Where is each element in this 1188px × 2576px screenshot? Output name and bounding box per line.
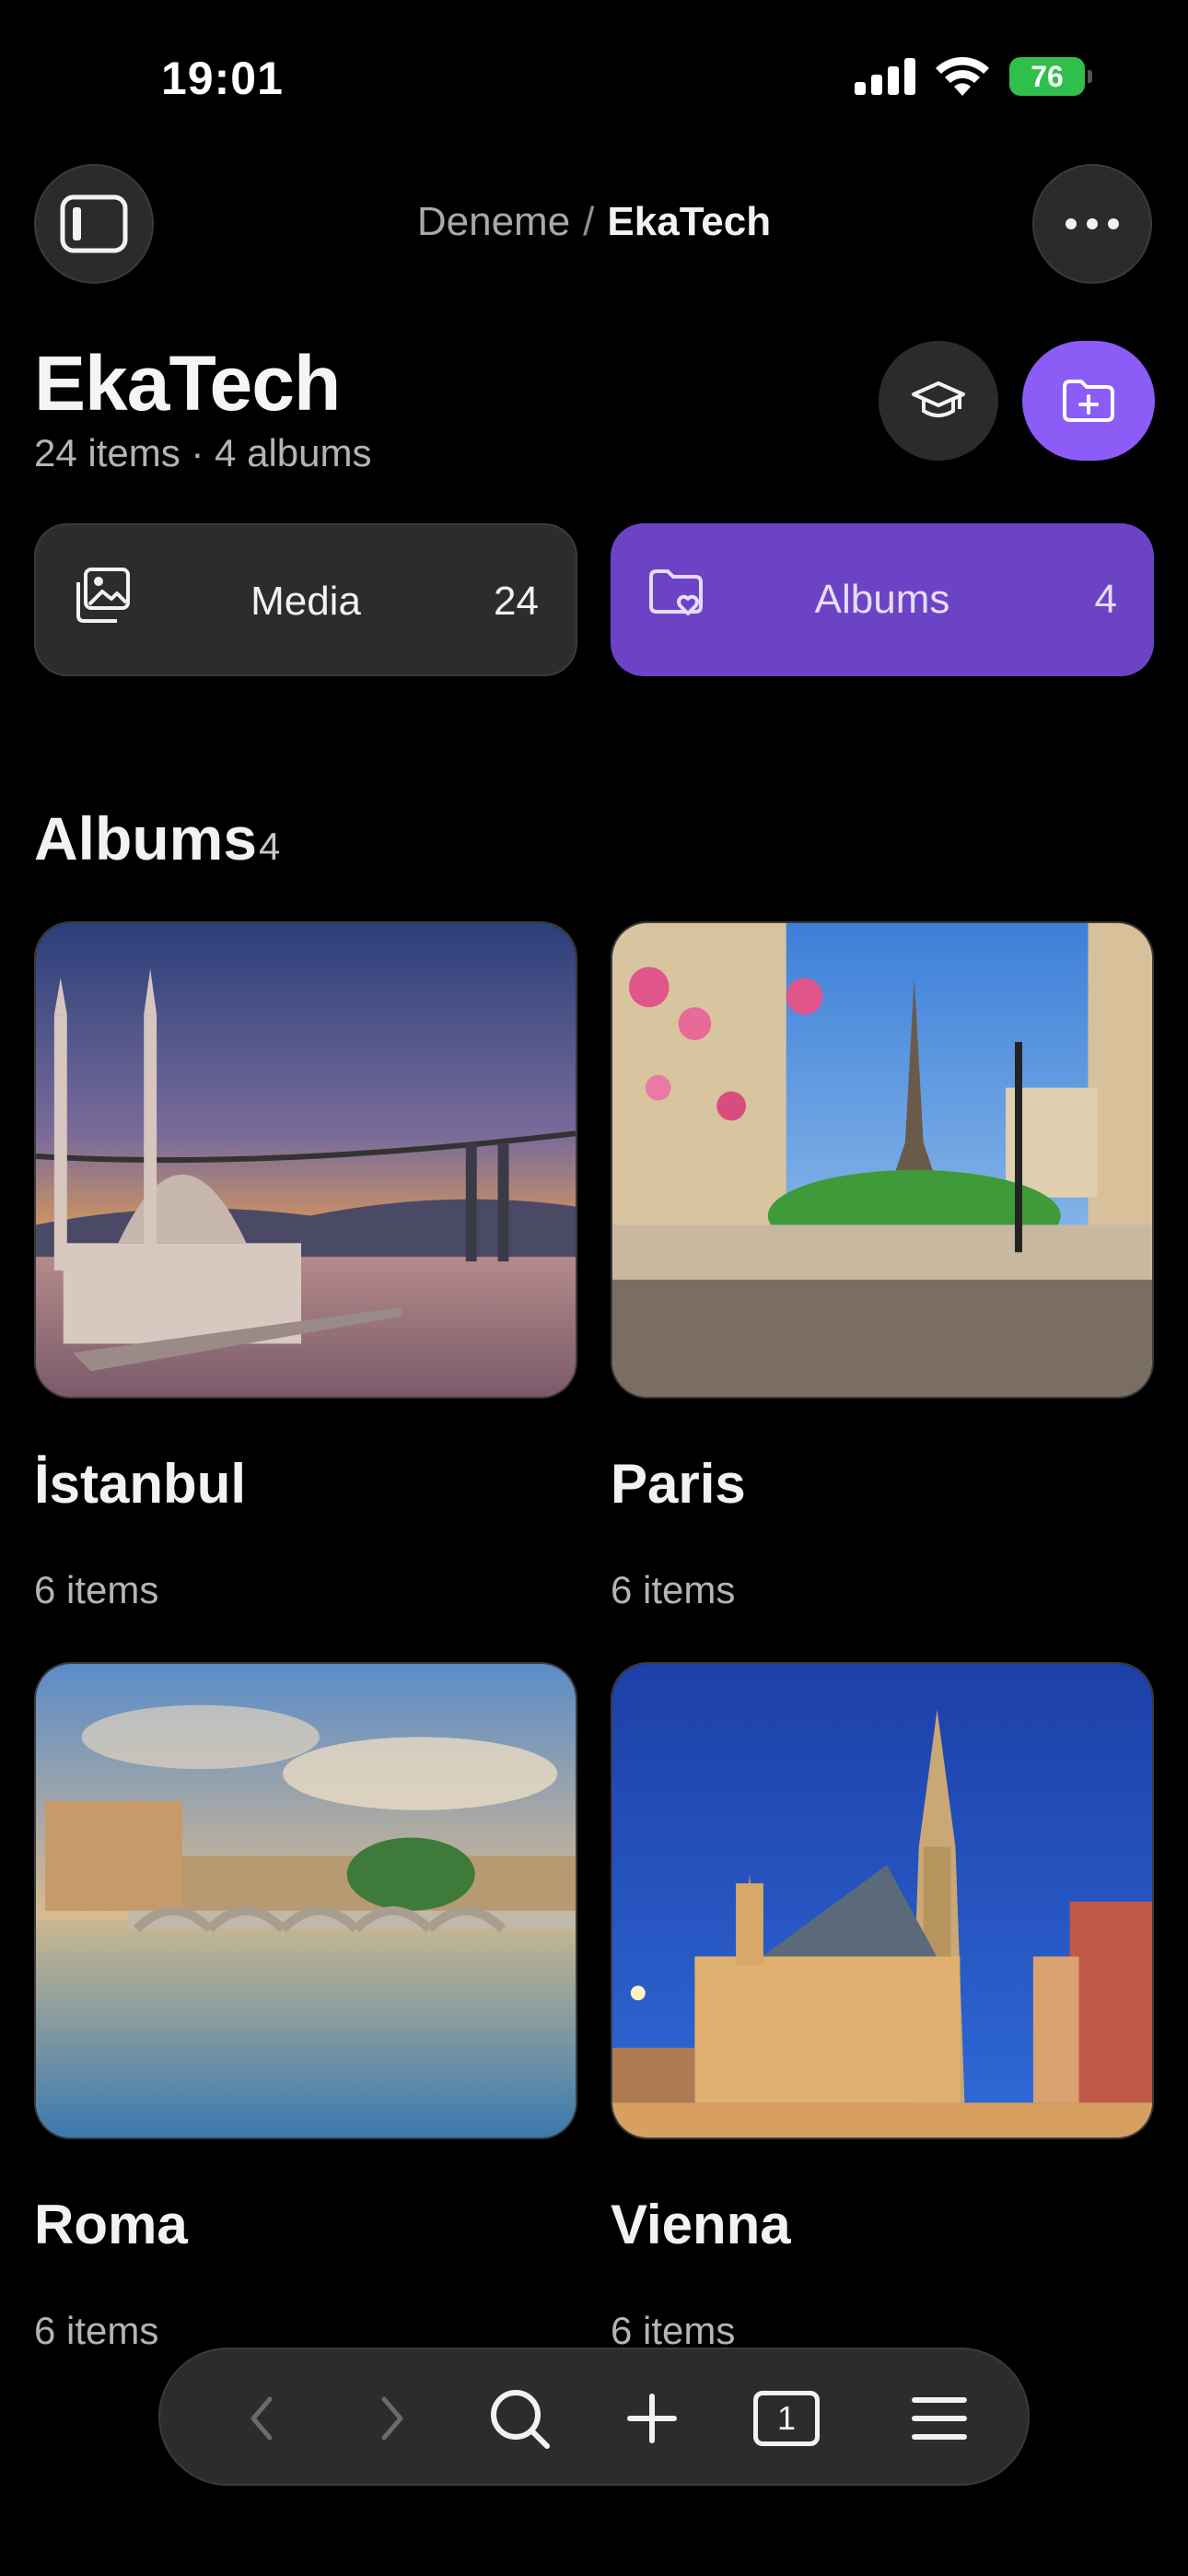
learn-button[interactable]	[879, 341, 998, 461]
battery-icon: 76	[1009, 57, 1092, 96]
album-thumbnail[interactable]	[611, 921, 1154, 1399]
album-thumbnail[interactable]	[34, 1662, 577, 2139]
album-card-roma[interactable]: Roma 6 items	[34, 1662, 577, 2352]
album-name: Paris	[611, 1453, 746, 1515]
more-button[interactable]	[1032, 164, 1152, 284]
tabs-icon: 1	[753, 2391, 820, 2446]
page-subtitle: 24 items · 4 albums	[34, 431, 372, 474]
bottom-toolbar: 1	[158, 2348, 1030, 2486]
album-thumbnail[interactable]	[34, 921, 577, 1399]
breadcrumb-separator: /	[583, 199, 595, 244]
breadcrumb-current: EkaTech	[607, 199, 772, 244]
tabs-button[interactable]: 1	[750, 2382, 823, 2455]
search-button[interactable]	[483, 2382, 556, 2455]
plus-icon	[627, 2394, 677, 2443]
forward-button[interactable]	[355, 2382, 429, 2455]
album-card-vienna[interactable]: Vienna 6 items	[611, 1662, 1154, 2352]
tab-albums[interactable]: Albums 4	[611, 523, 1154, 676]
breadcrumb: Deneme / EkaTech	[0, 199, 1188, 245]
albums-section-count: 4	[259, 825, 281, 868]
menu-button[interactable]	[903, 2382, 976, 2455]
signal-icon	[855, 58, 915, 95]
album-count: 6 items	[611, 1568, 736, 1611]
folder-plus-icon	[1063, 380, 1114, 422]
roma-photo	[36, 1664, 576, 2137]
wifi-icon	[936, 57, 989, 96]
status-time: 19:01	[161, 53, 284, 104]
back-button[interactable]	[225, 2382, 298, 2455]
search-icon	[491, 2390, 550, 2449]
menu-icon	[912, 2397, 967, 2440]
new-tab-button[interactable]	[615, 2382, 689, 2455]
tab-albums-count: 4	[1094, 577, 1117, 622]
add-album-button[interactable]	[1022, 341, 1155, 461]
album-name: Vienna	[611, 2194, 791, 2255]
album-count: 6 items	[34, 1568, 159, 1611]
album-card-istanbul[interactable]: İstanbul 6 items	[34, 921, 577, 1611]
tab-media-count: 24	[494, 579, 539, 624]
album-count: 6 items	[611, 2309, 736, 2352]
album-name: Roma	[34, 2194, 188, 2255]
album-name: İstanbul	[34, 1453, 247, 1515]
albums-section-title: Albums4	[34, 803, 280, 873]
istanbul-photo	[36, 923, 576, 1397]
album-thumbnail[interactable]	[611, 1662, 1154, 2139]
vienna-photo	[612, 1664, 1152, 2137]
back-icon	[250, 2396, 273, 2441]
battery-level: 76	[1031, 59, 1064, 93]
tab-count: 1	[776, 2399, 797, 2437]
tab-media[interactable]: Media 24	[34, 523, 577, 676]
more-icon	[1066, 218, 1119, 229]
album-card-paris[interactable]: Paris 6 items	[611, 921, 1154, 1611]
paris-photo	[612, 923, 1152, 1397]
breadcrumb-parent[interactable]: Deneme	[417, 199, 570, 244]
tab-albums-label: Albums	[814, 577, 950, 622]
page-title: EkaTech	[34, 340, 341, 427]
forward-icon	[381, 2396, 403, 2441]
status-icons: 76	[855, 57, 1092, 96]
albums-section-label: Albums	[34, 804, 258, 872]
album-count: 6 items	[34, 2309, 159, 2352]
mortarboard-icon	[912, 381, 965, 417]
